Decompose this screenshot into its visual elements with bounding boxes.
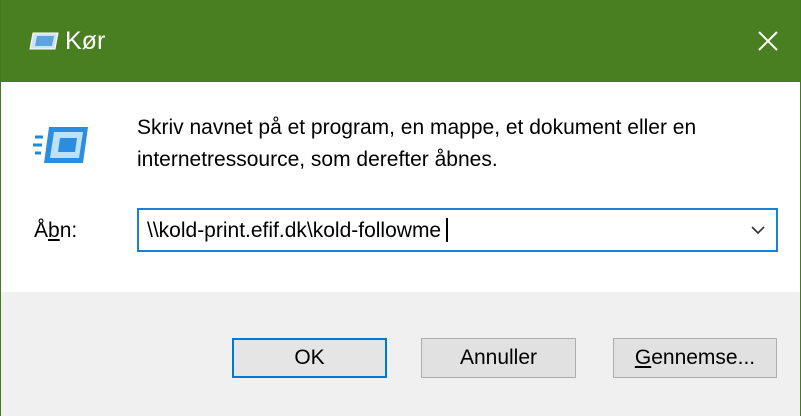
ok-button[interactable]: OK xyxy=(232,338,387,378)
open-input[interactable]: \\kold-print.efif.dk\kold-followme xyxy=(147,218,449,243)
run-dialog: Kør Skriv navnet på et program, en mappe… xyxy=(0,0,801,416)
dialog-description: Skriv navnet på et program, en mappe, et… xyxy=(137,116,697,171)
run-icon xyxy=(29,32,59,50)
browse-button[interactable]: Gennemse... xyxy=(613,338,777,378)
cancel-button[interactable]: Annuller xyxy=(421,338,576,378)
window-title: Kør xyxy=(65,27,106,55)
run-icon xyxy=(33,125,89,165)
open-label: Åbn: xyxy=(34,219,78,242)
open-combobox[interactable]: \\kold-print.efif.dk\kold-followme xyxy=(137,208,778,252)
title-bar[interactable]: Kør xyxy=(1,0,800,82)
dialog-content: Skriv navnet på et program, en mappe, et… xyxy=(1,82,800,292)
text-caret xyxy=(446,218,449,242)
close-button[interactable] xyxy=(736,0,800,82)
button-bar: OK Annuller Gennemse... xyxy=(1,292,800,416)
close-icon xyxy=(758,31,778,51)
chevron-down-icon[interactable] xyxy=(750,224,766,236)
